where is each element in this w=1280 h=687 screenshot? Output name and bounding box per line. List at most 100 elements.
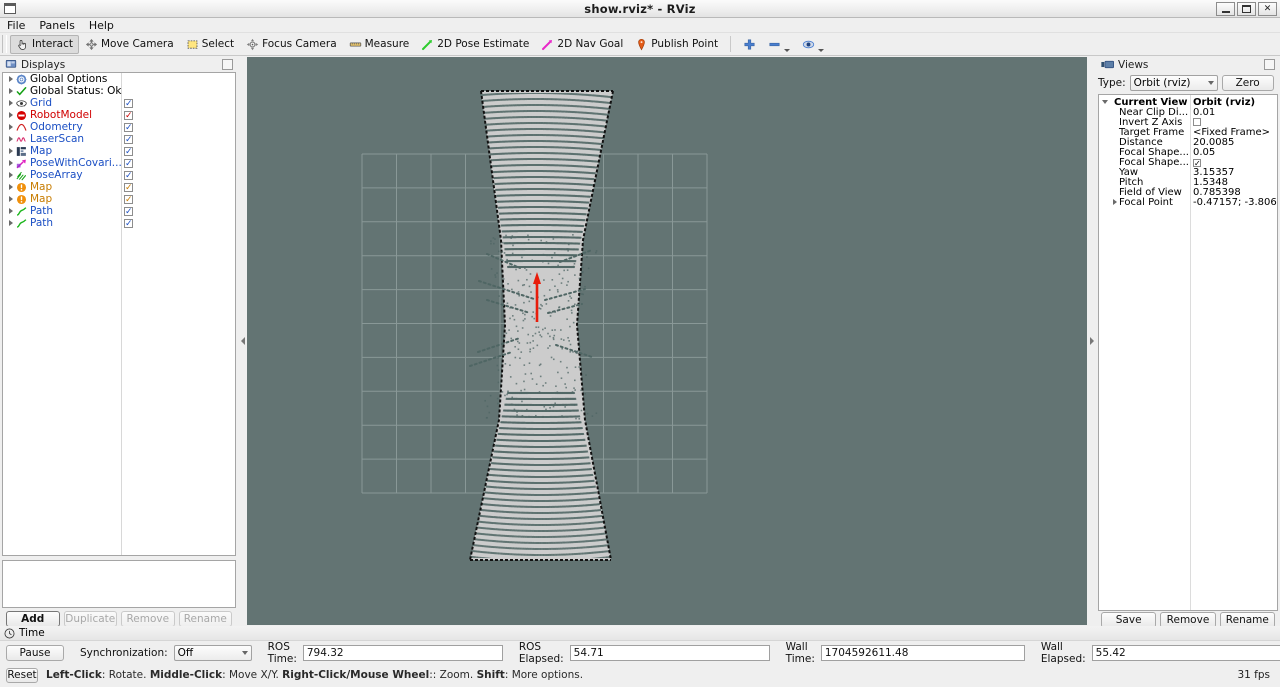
display-item-path[interactable]: Path ✓ <box>3 205 235 217</box>
window-title: show.rviz* - RViz <box>584 1 696 16</box>
expand-arrow-icon[interactable] <box>6 100 15 106</box>
3d-render-view[interactable] <box>247 57 1087 625</box>
displays-float-button[interactable] <box>222 59 233 70</box>
view-property-near-clip-di[interactable]: Near Clip Di... 0.01 <box>1099 107 1277 118</box>
tool-publish-point[interactable]: Publish Point <box>629 35 724 54</box>
expand-arrow-slot[interactable] <box>1099 199 1119 205</box>
display-item-checkbox[interactable]: ✓ <box>124 218 133 228</box>
close-button[interactable]: ✕ <box>1258 2 1277 16</box>
display-item-posewithcovari[interactable]: PoseWithCovari... ✓ <box>3 157 235 169</box>
chevron-down-icon[interactable] <box>784 48 791 52</box>
display-item-odometry[interactable]: Odometry ✓ <box>3 121 235 133</box>
menu-help[interactable]: Help <box>82 18 121 33</box>
add-display-button[interactable]: Add <box>6 611 60 627</box>
remove-tool-button[interactable] <box>762 35 796 54</box>
duplicate-display-button[interactable]: Duplicate <box>63 611 117 627</box>
view-property-value[interactable]: -0.47157; -3.8064; ... <box>1193 197 1277 208</box>
display-item-checkbox[interactable]: ✓ <box>124 206 133 216</box>
expand-arrow-icon[interactable] <box>6 136 15 142</box>
displays-property-area[interactable] <box>2 560 236 608</box>
expand-arrow-icon[interactable] <box>6 208 15 214</box>
expand-arrow-icon[interactable] <box>6 124 15 130</box>
display-item-checkbox[interactable]: ✓ <box>124 158 133 168</box>
display-item-global-status-ok[interactable]: Global Status: Ok <box>3 85 235 97</box>
expand-arrow-icon[interactable] <box>6 76 15 82</box>
tool-2d-nav-goal[interactable]: 2D Nav Goal <box>535 35 629 54</box>
display-item-checkbox[interactable]: ✓ <box>124 170 133 180</box>
display-item-checkbox[interactable]: ✓ <box>124 122 133 132</box>
tool-interact[interactable]: Interact <box>10 34 79 54</box>
zero-button[interactable]: Zero <box>1221 75 1274 91</box>
ros-time-field[interactable]: 794.32 <box>302 645 503 661</box>
minimize-button[interactable] <box>1216 2 1235 16</box>
maximize-button[interactable] <box>1237 2 1256 16</box>
expand-arrow-icon[interactable] <box>6 148 15 154</box>
display-item-path[interactable]: Path ✓ <box>3 217 235 229</box>
display-item-grid[interactable]: Grid ✓ <box>3 97 235 109</box>
expand-arrow-icon[interactable] <box>6 220 15 226</box>
add-tool-button[interactable] <box>737 35 762 54</box>
view-property-target-frame[interactable]: Target Frame <Fixed Frame> <box>1099 127 1277 138</box>
views-property-tree[interactable]: Current View Orbit (rviz) Near Clip Di... 0… <box>1098 94 1278 611</box>
view-property-checkbox[interactable]: ✓ <box>1193 158 1201 167</box>
display-item-posearray[interactable]: PoseArray ✓ <box>3 169 235 181</box>
display-item-checkbox[interactable]: ✓ <box>124 146 133 156</box>
synchronization-combobox[interactable]: Off <box>173 645 252 661</box>
display-item-robotmodel[interactable]: RobotModel ✓ <box>3 109 235 121</box>
menu-file[interactable]: File <box>0 18 32 33</box>
collapse-arrow-icon[interactable] <box>1099 100 1110 104</box>
display-item-global-options[interactable]: Global Options <box>3 73 235 85</box>
pause-button[interactable]: Pause <box>6 645 64 661</box>
view-tool-button[interactable] <box>796 35 830 54</box>
view-type-combobox[interactable]: Orbit (rviz) <box>1129 75 1218 91</box>
wall-elapsed-field[interactable]: 55.42 <box>1091 645 1280 661</box>
tool-select[interactable]: Select <box>180 35 240 54</box>
display-item-checkbox[interactable]: ✓ <box>124 98 133 108</box>
reset-button[interactable]: Reset <box>6 667 38 683</box>
tool-focus-camera[interactable]: Focus Camera <box>240 35 343 54</box>
ros-elapsed-field[interactable]: 54.71 <box>569 645 770 661</box>
displays-tree[interactable]: Global Options Global Status: Ok Grid ✓ Robo… <box>2 72 236 556</box>
view-property-focal-shape[interactable]: Focal Shape... ✓ <box>1099 157 1277 168</box>
display-item-map[interactable]: Map ✓ <box>3 193 235 205</box>
rename-display-button[interactable]: Rename <box>178 611 232 627</box>
right-splitter-handle[interactable] <box>1087 57 1096 625</box>
tool-measure-label: Measure <box>364 38 410 50</box>
expand-arrow-icon[interactable] <box>6 196 15 202</box>
focus-camera-icon <box>246 38 259 51</box>
expand-arrow-icon[interactable] <box>6 88 15 94</box>
remove-display-button[interactable]: Remove <box>121 611 175 627</box>
view-property-checkbox[interactable] <box>1193 117 1201 126</box>
toolbar-grip[interactable] <box>2 35 7 53</box>
tool-measure[interactable]: Measure <box>343 35 416 54</box>
views-float-button[interactable] <box>1264 59 1275 70</box>
expand-arrow-icon[interactable] <box>6 184 15 190</box>
view-property-yaw[interactable]: Yaw 3.15357 <box>1099 167 1277 178</box>
select-rect-icon <box>186 38 199 51</box>
display-item-map[interactable]: Map ✓ <box>3 145 235 157</box>
menu-panels[interactable]: Panels <box>32 18 81 33</box>
display-item-label: Grid <box>30 97 53 109</box>
display-item-checkbox[interactable]: ✓ <box>124 194 133 204</box>
display-item-checkbox[interactable]: ✓ <box>124 134 133 144</box>
view-property-distance[interactable]: Distance 20.0085 <box>1099 137 1277 148</box>
display-item-checkbox[interactable]: ✓ <box>124 110 133 120</box>
display-item-map[interactable]: Map ✓ <box>3 181 235 193</box>
view-property-field-of-view[interactable]: Field of View 0.785398 <box>1099 187 1277 198</box>
tool-move-camera[interactable]: Move Camera <box>79 35 180 54</box>
wall-time-field[interactable]: 1704592611.48 <box>820 645 1025 661</box>
expand-arrow-icon[interactable] <box>6 172 15 178</box>
tool-2d-pose-estimate[interactable]: 2D Pose Estimate <box>415 35 535 54</box>
expand-arrow-icon[interactable] <box>6 112 15 118</box>
view-property-pitch[interactable]: Pitch 1.5348 <box>1099 177 1277 188</box>
display-item-checkbox[interactable]: ✓ <box>124 182 133 192</box>
view-property-focal-point[interactable]: Focal Point -0.47157; -3.8064; ... <box>1099 197 1277 208</box>
displays-panel-header: Displays <box>2 57 236 72</box>
display-item-laserscan[interactable]: LaserScan ✓ <box>3 133 235 145</box>
view-property-invert-z-axis[interactable]: Invert Z Axis <box>1099 117 1277 128</box>
view-property-focal-shape[interactable]: Focal Shape... 0.05 <box>1099 147 1277 158</box>
views-current-view-row[interactable]: Current View Orbit (rviz) <box>1099 97 1277 108</box>
chevron-down-icon-2[interactable] <box>818 48 825 52</box>
expand-arrow-icon[interactable] <box>6 160 15 166</box>
left-splitter-handle[interactable] <box>238 57 247 625</box>
